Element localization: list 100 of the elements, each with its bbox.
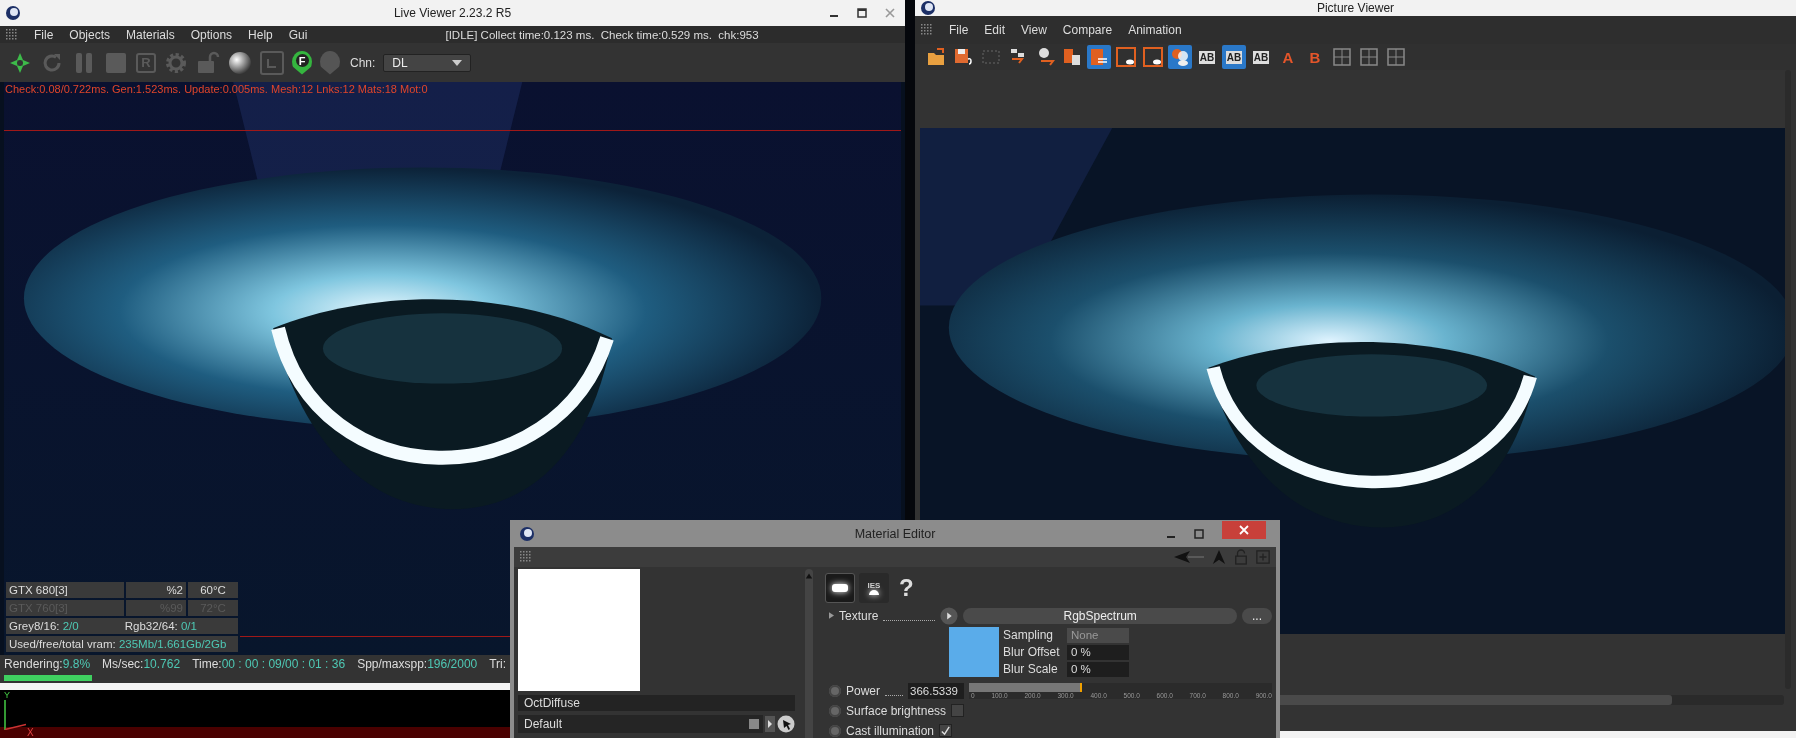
material-name-field[interactable]: OctDiffuse — [518, 695, 795, 711]
letter-button[interactable]: B — [1303, 45, 1327, 69]
menu-item[interactable]: Edit — [984, 23, 1006, 37]
menu-item[interactable]: Compare — [1062, 23, 1113, 37]
frame-button[interactable] — [1114, 45, 1138, 69]
window-title: Live Viewer 2.23.2 R5 — [393, 6, 512, 20]
delete-icon — [1062, 47, 1082, 67]
folder-icon — [927, 47, 947, 67]
play-arrow-button[interactable] — [940, 606, 959, 625]
ab-button[interactable]: AB — [1195, 45, 1219, 69]
status-text: [IDLE] Collect time:0.123 ms. Check time:0.529 ms. chk:953 — [445, 28, 759, 41]
texture-count: Grey8/16: 2/0 — [9, 620, 79, 632]
maximize-icon[interactable] — [857, 8, 867, 18]
frame-button[interactable] — [1141, 45, 1165, 69]
render-stat: Rendering:9.8% — [4, 657, 91, 671]
animation-key-button[interactable] — [829, 724, 841, 737]
x-axis-label: X — [27, 727, 34, 738]
split-button[interactable] — [1357, 45, 1381, 69]
menu-item[interactable]: Help — [248, 27, 273, 42]
grip-icon[interactable] — [520, 551, 532, 563]
pick-cursor-icon[interactable] — [777, 715, 795, 733]
menu-item[interactable]: Materials — [126, 27, 175, 42]
letter-button[interactable]: A — [1276, 45, 1300, 69]
render-stat: Ms/sec:10.762 — [102, 657, 181, 671]
channel-dropdown[interactable]: DL — [383, 53, 472, 72]
setting-label: Sampling — [1003, 628, 1055, 642]
dashed-frame-icon — [981, 47, 1001, 67]
setting-label: Blur Scale — [1003, 662, 1059, 676]
render-stat: Time:00 : 00 : 09/00 : 01 : 36 — [192, 657, 346, 671]
compare-button[interactable] — [1168, 45, 1192, 69]
menu-item[interactable]: File — [949, 23, 969, 37]
more-button[interactable]: ... — [1242, 607, 1272, 624]
parameter-label: Power — [846, 683, 880, 698]
menu-item[interactable]: View — [1021, 23, 1047, 37]
parameter-label: Texture — [839, 608, 879, 623]
grip-icon[interactable] — [6, 28, 18, 41]
split-grid-icon — [1386, 47, 1406, 67]
menu-item[interactable]: File — [34, 27, 54, 42]
close-icon — [1239, 524, 1249, 535]
menu-item[interactable]: Animation — [1128, 23, 1182, 37]
logo-icon — [5, 5, 21, 21]
vram-usage: Used/free/total vram: 235Mb/1.661Gb/2Gb — [9, 638, 227, 650]
close-icon[interactable] — [885, 8, 895, 18]
arrow-button[interactable] — [765, 716, 775, 732]
list-button[interactable] — [1087, 45, 1111, 69]
texture-button[interactable]: RgbSpectrum — [963, 607, 1237, 624]
ab-button[interactable]: AB — [1222, 45, 1246, 69]
setting-field[interactable]: 0 % — [1067, 661, 1129, 677]
axis-gizmo — [4, 700, 26, 730]
settings-icon[interactable] — [164, 50, 188, 75]
menu-item[interactable]: Gui — [288, 27, 308, 42]
y-axis-label: Y — [4, 690, 10, 700]
gpu-usage: %2 — [126, 582, 186, 598]
vertical-scrollbar[interactable] — [1785, 70, 1791, 689]
stop-icon[interactable] — [104, 50, 128, 75]
split-grid-icon — [1332, 47, 1352, 67]
render-stat: Spp/maxspp:196/2000 — [357, 657, 478, 671]
parameter-label: Cast illumination — [846, 723, 935, 738]
back-arrow-icon[interactable] — [1174, 549, 1204, 565]
up-arrow-icon[interactable] — [1212, 549, 1226, 565]
render-stat: Tri: — [489, 657, 507, 671]
expand-triangle-icon[interactable] — [829, 612, 834, 619]
menu-item[interactable]: Options — [190, 27, 233, 42]
unlocked-padlock-icon[interactable] — [196, 50, 220, 75]
preset-field[interactable]: Default — [518, 715, 763, 733]
ies-light-tab[interactable]: IES — [859, 573, 889, 603]
close-button[interactable] — [1222, 520, 1266, 539]
sphere-icon[interactable] — [228, 50, 252, 75]
gpu-name: GTX 680[3] — [6, 582, 124, 598]
vertical-scrollbar[interactable] — [805, 569, 813, 738]
floppy-disk-icon — [954, 47, 974, 67]
scroll-up-arrow-icon[interactable] — [805, 572, 813, 580]
frame-icon[interactable] — [260, 50, 284, 75]
texture-count: Rgb32/64: 0/1 — [124, 620, 197, 632]
window-title: Picture Viewer — [1316, 1, 1395, 15]
menu-item[interactable]: Objects — [69, 27, 111, 42]
list-icon — [1089, 47, 1109, 67]
split-grid-icon — [1359, 47, 1379, 67]
logo-icon — [920, 0, 936, 16]
animation-key-button[interactable] — [829, 684, 841, 697]
checkbox[interactable] — [951, 704, 965, 717]
split-button[interactable] — [1384, 45, 1408, 69]
logo-icon — [519, 525, 535, 542]
caret-icon[interactable] — [452, 59, 463, 66]
animation-key-button[interactable] — [829, 704, 841, 717]
setting-field[interactable]: 0 % — [1067, 644, 1129, 660]
power-field[interactable]: 366.5339 — [908, 682, 964, 699]
grip-icon[interactable] — [921, 24, 933, 36]
color-swatch[interactable] — [949, 627, 999, 677]
map-pin-icon[interactable] — [320, 50, 340, 75]
checkbox[interactable] — [939, 724, 953, 737]
circles-icon — [1170, 47, 1190, 67]
gpu-temperature: 60°C — [188, 582, 238, 598]
split-button[interactable] — [1330, 45, 1354, 69]
ab-button[interactable]: AB — [1249, 45, 1273, 69]
frame-eye-icon — [1116, 47, 1136, 67]
help-button[interactable]: ? — [899, 574, 914, 602]
parameter-label: Surface brightness — [846, 703, 947, 718]
blackbody-light-tab[interactable] — [825, 573, 855, 603]
map-pin-icon[interactable]: F — [292, 50, 312, 75]
